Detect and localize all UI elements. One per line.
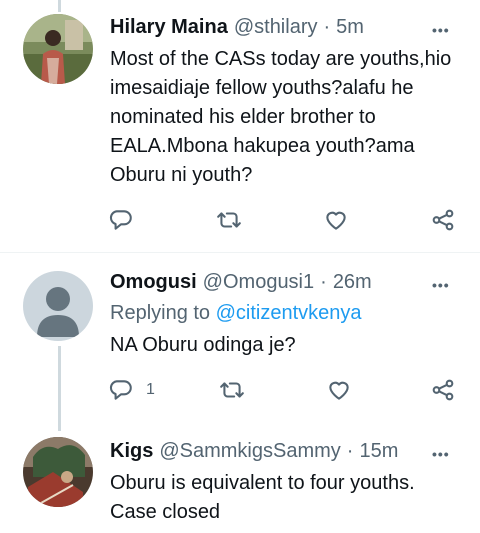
photo-icon [23, 437, 93, 507]
tweet-header: Kigs @SammkigsSammy · 15m [110, 440, 398, 463]
display-name[interactable]: Kigs [110, 440, 153, 463]
like-icon [329, 381, 349, 400]
more-options-icon[interactable]: ••• [432, 446, 450, 462]
like-button[interactable] [326, 372, 352, 408]
tweet-kigs[interactable]: Kigs @SammkigsSammy · 15m ••• Oburu is e… [0, 421, 480, 533]
default-profile-icon [23, 271, 93, 341]
share-icon [432, 379, 454, 401]
retweet-button[interactable] [216, 202, 242, 238]
tweet-text: NA Oburu odinga je? [110, 334, 296, 356]
timestamp[interactable]: 26m [333, 271, 372, 294]
like-button[interactable] [323, 202, 349, 238]
share-button[interactable] [430, 202, 456, 238]
more-options-icon[interactable]: ••• [432, 277, 450, 293]
separator-dot: · [323, 16, 331, 38]
reply-icon [109, 210, 132, 230]
tweet-text: Oburu is equivalent to four youths. Case… [110, 472, 415, 523]
separator-dot: · [320, 271, 327, 293]
share-button[interactable] [430, 372, 456, 408]
display-name[interactable]: Omogusi [110, 271, 197, 294]
retweet-icon [220, 382, 244, 398]
mention-link[interactable]: @citizentvkenya [216, 302, 362, 324]
like-icon [326, 211, 346, 230]
timestamp[interactable]: 15m [359, 440, 398, 463]
reply-button[interactable] [108, 202, 134, 238]
reply-count: 1 [146, 381, 155, 398]
avatar[interactable] [23, 14, 93, 84]
user-handle[interactable]: @Omogusi1 [203, 271, 314, 294]
retweet-icon [217, 212, 241, 228]
tweet-hilary[interactable]: Hilary Maina @sthilary · 5m ••• Most of … [0, 0, 480, 252]
replying-to: Replying to @citizentvkenya [110, 302, 362, 325]
reply-icon [109, 380, 132, 400]
retweet-button[interactable] [219, 372, 245, 408]
more-options-icon[interactable]: ••• [432, 22, 450, 38]
tweet-header: Omogusi @Omogusi1 · 26m [110, 271, 372, 294]
tweet-actions [100, 202, 460, 238]
replying-label: Replying to [110, 302, 216, 324]
user-handle[interactable]: @SammkigsSammy [159, 440, 340, 463]
reply-button[interactable]: 1 [108, 372, 155, 408]
photo-icon [23, 14, 93, 84]
tweet-actions: 1 [100, 372, 460, 408]
separator-dot: · [346, 440, 354, 462]
share-icon [432, 209, 454, 231]
tweet-omogusi[interactable]: Omogusi @Omogusi1 · 26m ••• Replying to … [0, 253, 480, 421]
user-handle[interactable]: @sthilary [234, 16, 318, 39]
tweet-header: Hilary Maina @sthilary · 5m [110, 16, 364, 39]
avatar[interactable] [23, 437, 93, 507]
display-name[interactable]: Hilary Maina [110, 16, 228, 39]
tweet-text: Most of the CASs today are youths,hio im… [110, 48, 452, 186]
avatar[interactable] [23, 271, 93, 341]
timestamp[interactable]: 5m [336, 16, 364, 39]
